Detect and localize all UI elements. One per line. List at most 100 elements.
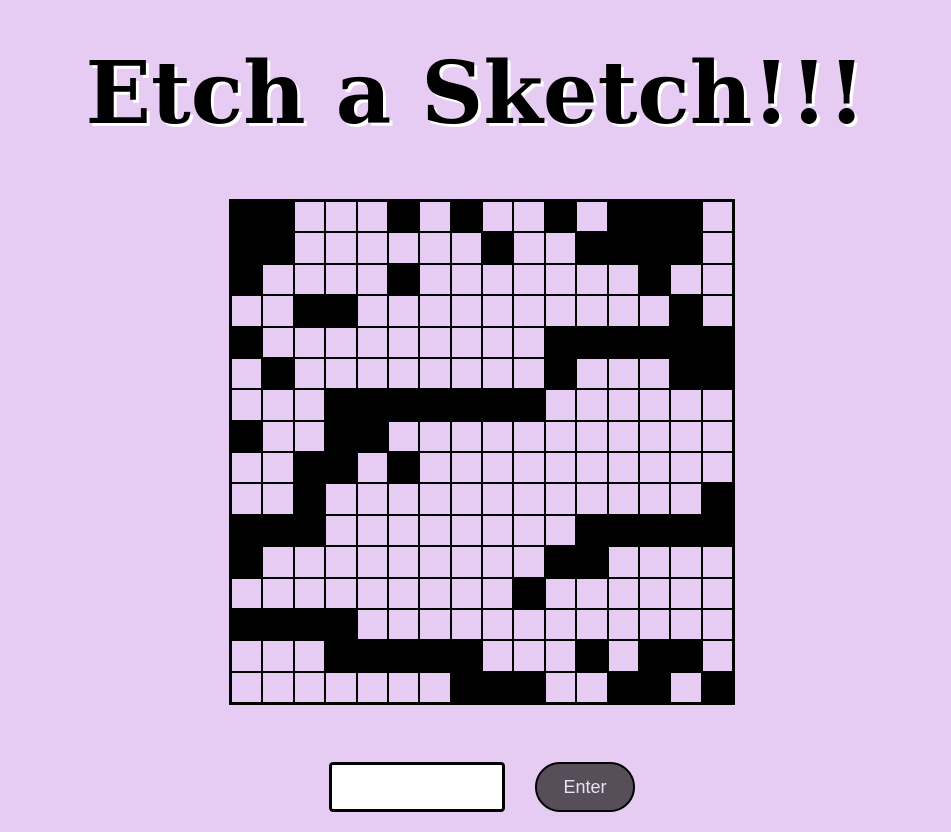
grid-cell[interactable] [419,546,451,578]
grid-cell[interactable] [513,357,545,390]
grid-cell[interactable] [544,295,577,327]
grid-cell[interactable] [638,326,671,358]
grid-cell[interactable] [293,263,326,296]
grid-cell[interactable] [544,514,577,547]
grid-cell[interactable] [638,263,671,296]
grid-cell[interactable] [231,295,263,327]
grid-cell[interactable] [607,263,639,296]
grid-cell[interactable] [638,452,671,484]
grid-cell[interactable] [231,483,263,515]
grid-cell[interactable] [544,263,577,296]
grid-cell[interactable] [419,420,451,452]
grid-cell[interactable] [419,326,451,358]
grid-cell[interactable] [293,201,326,233]
grid-cell[interactable] [607,452,639,484]
grid-cell[interactable] [701,514,733,547]
grid-cell[interactable] [293,295,326,327]
grid-cell[interactable] [482,640,514,672]
grid-cell[interactable] [450,357,482,390]
grid-cell[interactable] [419,514,451,547]
grid-cell[interactable] [325,577,357,609]
grid-cell[interactable] [325,389,357,421]
grid-cell[interactable] [638,483,671,515]
grid-cell[interactable] [262,577,294,609]
grid-cell[interactable] [607,420,639,452]
grid-cell[interactable] [325,201,357,233]
grid-cell[interactable] [293,514,326,547]
grid-cell[interactable] [356,452,388,484]
grid-cell[interactable] [607,483,639,515]
grid-cell[interactable] [450,452,482,484]
grid-cell[interactable] [544,452,577,484]
grid-cell[interactable] [419,452,451,484]
grid-cell[interactable] [482,295,514,327]
grid-cell[interactable] [262,640,294,672]
grid-cell[interactable] [419,640,451,672]
grid-cell[interactable] [325,232,357,264]
grid-cell[interactable] [387,546,420,578]
grid-cell[interactable] [419,295,451,327]
grid-cell[interactable] [607,608,639,641]
grid-cell[interactable] [670,326,702,358]
grid-cell[interactable] [482,263,514,296]
grid-cell[interactable] [450,514,482,547]
grid-cell[interactable] [482,201,514,233]
grid-cell[interactable] [356,577,388,609]
grid-cell[interactable] [356,640,388,672]
grid-cell[interactable] [544,577,577,609]
grid-cell[interactable] [701,232,733,264]
grid-cell[interactable] [513,389,545,421]
grid-cell[interactable] [670,263,702,296]
grid-cell[interactable] [701,389,733,421]
grid-cell[interactable] [356,295,388,327]
grid-cell[interactable] [450,577,482,609]
grid-cell[interactable] [701,608,733,641]
grid-cell[interactable] [262,671,294,703]
grid-cell[interactable] [482,452,514,484]
grid-cell[interactable] [576,326,608,358]
grid-cell[interactable] [544,420,577,452]
grid-cell[interactable] [356,546,388,578]
grid-cell[interactable] [325,671,357,703]
grid-cell[interactable] [356,389,388,421]
grid-cell[interactable] [701,295,733,327]
grid-cell[interactable] [293,326,326,358]
grid-cell[interactable] [293,640,326,672]
grid-cell[interactable] [544,671,577,703]
grid-cell[interactable] [450,671,482,703]
grid-cell[interactable] [701,420,733,452]
grid-cell[interactable] [356,483,388,515]
grid-cell[interactable] [450,263,482,296]
grid-cell[interactable] [387,295,420,327]
grid-cell[interactable] [670,452,702,484]
grid-cell[interactable] [293,232,326,264]
grid-cell[interactable] [231,201,263,233]
grid-cell[interactable] [576,452,608,484]
grid-cell[interactable] [262,514,294,547]
grid-cell[interactable] [325,546,357,578]
grid-cell[interactable] [576,608,608,641]
grid-cell[interactable] [419,671,451,703]
grid-cell[interactable] [231,389,263,421]
grid-cell[interactable] [419,357,451,390]
grid-cell[interactable] [544,201,577,233]
grid-cell[interactable] [450,201,482,233]
grid-cell[interactable] [262,483,294,515]
grid-cell[interactable] [356,671,388,703]
grid-cell[interactable] [607,201,639,233]
grid-cell[interactable] [513,608,545,641]
grid-cell[interactable] [638,514,671,547]
grid-cell[interactable] [450,326,482,358]
grid-cell[interactable] [325,640,357,672]
grid-cell[interactable] [325,452,357,484]
grid-cell[interactable] [482,389,514,421]
grid-cell[interactable] [325,483,357,515]
grid-cell[interactable] [513,483,545,515]
grid-cell[interactable] [576,263,608,296]
grid-cell[interactable] [638,640,671,672]
grid-cell[interactable] [419,201,451,233]
grid-cell[interactable] [387,577,420,609]
grid-cell[interactable] [325,608,357,641]
grid-cell[interactable] [607,357,639,390]
grid-cell[interactable] [231,608,263,641]
